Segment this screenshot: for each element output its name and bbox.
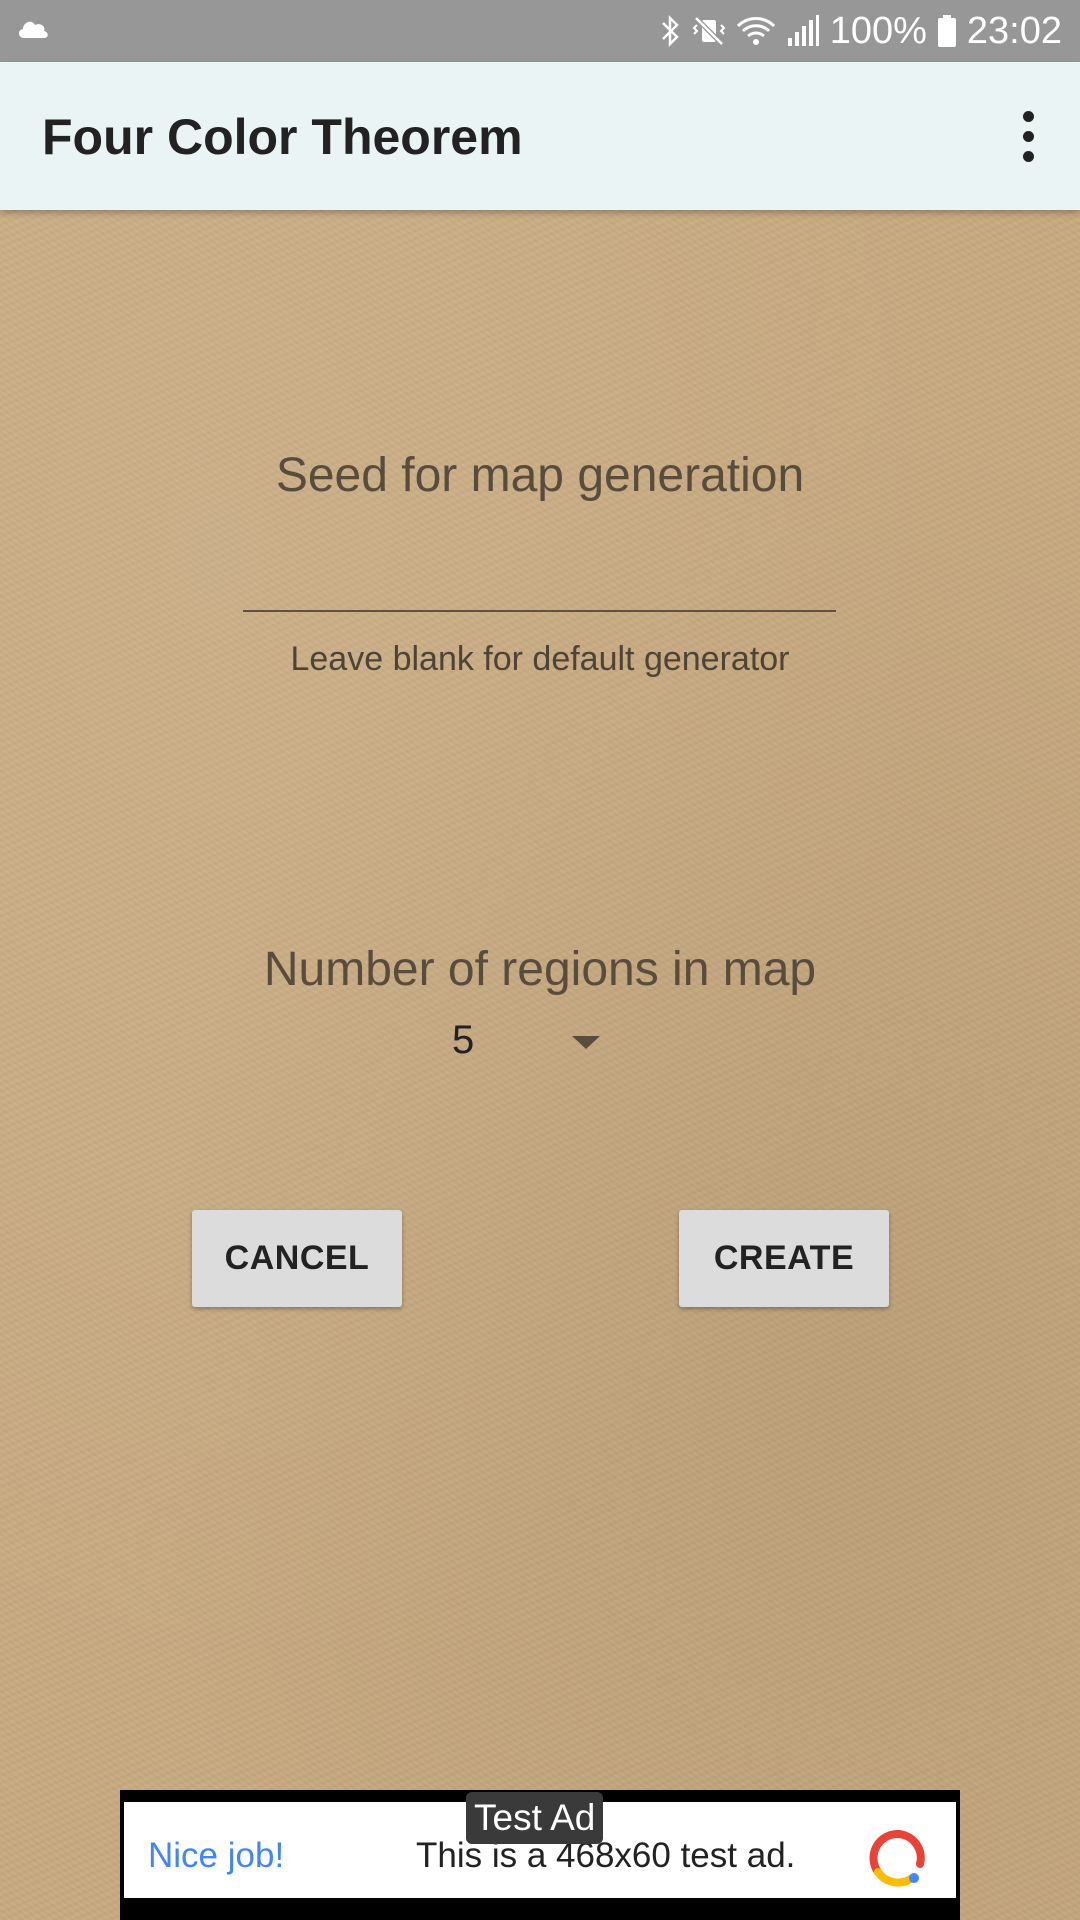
content-area: Seed for map generation Leave blank for … [0,210,1080,1920]
regions-value: 5 [452,1018,475,1062]
mute-vibrate-icon [692,16,726,46]
cancel-button[interactable]: CANCEL [192,1210,402,1307]
status-time: 23:02 [966,9,1062,52]
more-vert-icon[interactable] [998,106,1058,166]
seed-hint: Leave blank for default generator [290,640,790,678]
status-icons: 100% 23:02 [660,0,1062,62]
regions-dropdown[interactable]: 5 [436,1010,616,1070]
create-button[interactable]: CREATE [679,1210,889,1307]
signal-icon [787,15,819,46]
bluetooth-icon [661,14,679,48]
ad-network-logo-icon [869,1829,925,1887]
app-bar: Four Color Theorem [0,62,1080,210]
dropdown-arrow-icon [572,1036,600,1049]
status-bar: 100% 23:02 [0,0,1080,62]
ad-headline: Nice job! [148,1836,285,1875]
test-ad-badge: Test Ad [466,1792,604,1844]
cloud-icon [18,21,48,38]
battery-icon [937,15,956,47]
wifi-icon [736,17,775,45]
app-title: Four Color Theorem [42,109,523,165]
battery-percent: 100% [829,9,927,52]
menu-dot [1022,150,1034,162]
seed-input[interactable] [243,550,836,612]
menu-dot [1022,130,1034,142]
menu-dot [1022,110,1034,122]
seed-label: Seed for map generation [275,449,805,502]
regions-label: Number of regions in map [263,943,817,996]
